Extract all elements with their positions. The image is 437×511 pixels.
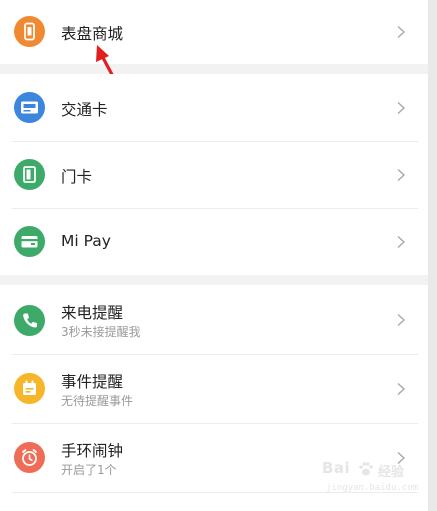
chevron-right-icon [397,313,406,327]
watermark-url: jingyan.baidu.com [326,483,419,493]
calendar-icon [14,373,45,404]
chevron-right-icon [397,168,406,182]
chevron-right-icon [397,25,406,39]
call-reminder-subtitle: 3秒未接提醒我 [61,325,141,339]
watermark-logo: Bai 经验 jingyan.baidu.com [322,455,418,507]
event-reminder-subtitle: 无待提醒事件 [61,394,134,408]
transit-card-title: 交通卡 [61,101,108,119]
watch-store-row[interactable]: 表盘商城 [0,0,428,64]
door-card-icon [14,159,45,190]
paw-icon [359,462,373,476]
chevron-right-icon [397,235,406,249]
bus-card-icon [14,92,45,123]
cards-section: 交通卡 门卡 Mi Pay [0,74,428,275]
watch-icon [14,16,45,47]
event-reminder-row[interactable]: 事件提醒 无待提醒事件 [0,354,428,423]
chevron-right-icon [397,382,406,396]
band-alarm-title: 手环闹钟 [61,442,124,460]
alarm-clock-icon [14,442,45,473]
mi-pay-title: Mi Pay [61,232,111,250]
watch-store-title: 表盘商城 [61,25,124,43]
event-reminder-title: 事件提醒 [61,373,124,391]
transit-card-row[interactable]: 交通卡 [0,74,428,141]
band-alarm-subtitle: 开启了1个 [61,463,117,477]
scrollbar-track[interactable] [428,0,437,511]
settings-page: 表盘商城 交通卡 门卡 Mi Pay 来电提醒 3秒未接提醒我 事件提醒 无待提… [0,0,437,511]
wallet-icon [14,226,45,257]
chevron-right-icon [397,101,406,115]
door-card-row[interactable]: 门卡 [0,141,428,208]
call-reminder-title: 来电提醒 [61,304,124,322]
phone-icon [14,305,45,336]
call-reminder-row[interactable]: 来电提醒 3秒未接提醒我 [0,285,428,354]
mi-pay-row[interactable]: Mi Pay [0,208,428,275]
watch-store-section: 表盘商城 [0,0,428,64]
watermark-brand: Bai [322,459,351,477]
watermark-brand-suffix: 经验 [378,465,405,480]
door-card-title: 门卡 [61,168,93,186]
